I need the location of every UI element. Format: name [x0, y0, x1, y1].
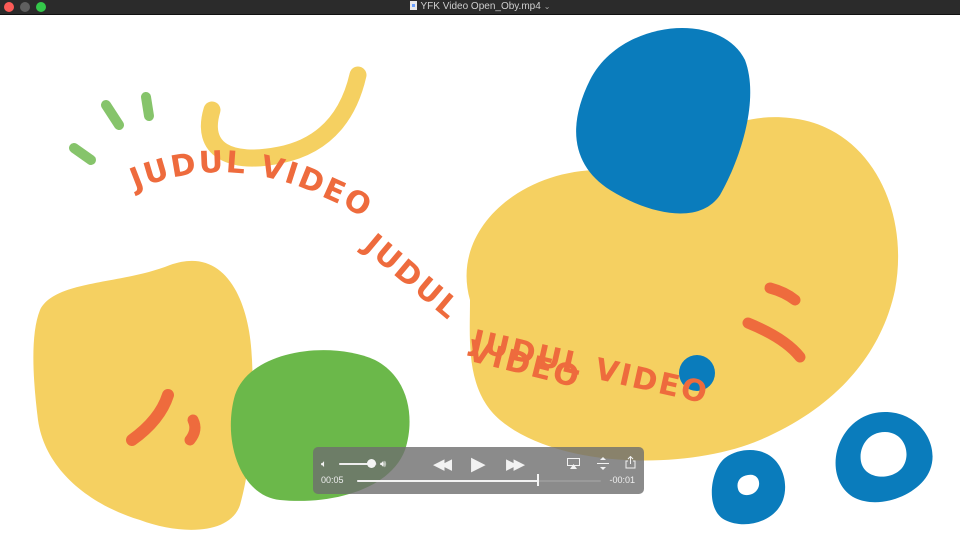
green-dash	[101, 100, 124, 130]
green-dash	[141, 92, 154, 121]
blue-ring-small	[711, 450, 786, 525]
title-text-arc-1: JUDUL VIDEO	[123, 145, 378, 226]
window-title-area[interactable]: YFK Video Open_Oby.mp4 ⌄	[0, 0, 960, 14]
title-bar: YFK Video Open_Oby.mp4 ⌄	[0, 0, 960, 15]
remaining-time: -00:01	[609, 475, 635, 485]
speaker-low-icon[interactable]: 🔈︎	[321, 459, 327, 470]
share-icon[interactable]	[625, 456, 636, 469]
current-time: 00:05	[321, 475, 344, 485]
volume-slider-knob[interactable]	[367, 459, 376, 468]
rewind-button[interactable]: ◀◀	[433, 455, 452, 473]
rewind-icon: ◀◀	[433, 456, 452, 473]
playback-controls: 🔈︎ 🔊︎ ◀◀ ▶ ▶▶ 00:05 -00:01	[313, 447, 644, 494]
scrubber-playhead[interactable]	[537, 474, 539, 486]
window-title: YFK Video Open_Oby.mp4	[420, 1, 541, 12]
scrubber-played	[357, 480, 538, 482]
blue-ring-large	[835, 412, 933, 503]
chevron-down-icon: ⌄	[543, 2, 551, 11]
green-dash	[69, 143, 96, 165]
yellow-blob-left	[33, 260, 253, 530]
resize-icon[interactable]	[597, 457, 609, 470]
fast-forward-button[interactable]: ▶▶	[506, 455, 525, 473]
play-icon: ▶	[471, 454, 486, 475]
orange-stroke	[184, 414, 201, 446]
fast-forward-icon: ▶▶	[506, 456, 525, 473]
title-text-judul: JUDUL	[355, 226, 466, 327]
title-text-path-1: JUDUL VIDEO	[123, 145, 376, 226]
quicktime-window: YFK Video Open_Oby.mp4 ⌄ JUDUL VIDEO JUD…	[0, 0, 960, 554]
airplay-icon[interactable]	[567, 458, 580, 469]
speaker-high-icon[interactable]: 🔊︎	[380, 459, 386, 470]
play-button[interactable]: ▶	[471, 453, 486, 476]
video-document-icon	[409, 1, 417, 10]
